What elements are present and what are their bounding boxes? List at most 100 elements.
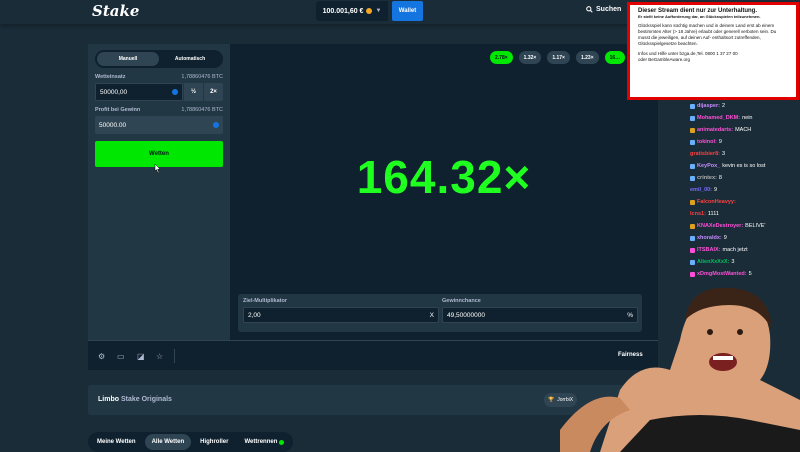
trophy-icon: 🏆 bbox=[548, 397, 555, 403]
balance-dropdown[interactable]: 100.001,60 € ▼ bbox=[316, 1, 388, 21]
chat-text: BELIVE' bbox=[745, 223, 766, 230]
chat-username[interactable]: tokinol: bbox=[697, 139, 717, 145]
chat-badge-icon bbox=[690, 139, 695, 145]
stake-logo[interactable]: Stake bbox=[92, 2, 139, 20]
tab-manual[interactable]: Manuell bbox=[97, 52, 159, 66]
chat-badge-icon bbox=[690, 235, 695, 241]
tab-high-rollers[interactable]: Highroller bbox=[193, 434, 235, 450]
chat-badge-icon bbox=[690, 247, 695, 253]
balance-amount: 100.001,60 € bbox=[322, 7, 364, 15]
chat-text: mach jetzt bbox=[722, 247, 748, 254]
chat-message: tokinol: 9 bbox=[690, 137, 798, 148]
chat-username[interactable]: xhoraldx: bbox=[697, 235, 722, 241]
game-provider[interactable]: Stake Originals bbox=[121, 396, 172, 403]
history-pill: 1.17× bbox=[547, 51, 570, 64]
chat-message: xhoraldx: 9 bbox=[690, 233, 798, 244]
chat-badge-icon bbox=[690, 115, 695, 121]
theatre-mode-icon[interactable]: ▭ bbox=[117, 352, 125, 361]
search-icon bbox=[586, 6, 593, 13]
bets-tabs: Meine Wetten Alle Wetten Highroller Wett… bbox=[88, 432, 294, 452]
bet-amount-field: 50000,00 ½ 2× bbox=[95, 83, 223, 101]
chat-text: 3 bbox=[731, 259, 735, 266]
chat-text: 9 bbox=[723, 235, 727, 242]
bet-btc-value: 1,78860476 BTC bbox=[181, 74, 223, 80]
chat-message: FalconHeavyy: bbox=[690, 197, 798, 208]
game-title: Limbo Stake Originals bbox=[98, 396, 172, 403]
chat-badge-icon bbox=[690, 163, 695, 169]
win-chance-value: 49,50000000 bbox=[447, 311, 485, 319]
search-label: Suchen bbox=[596, 6, 622, 13]
bet-controls-panel: Manuell Automatisch Wetteinsatz 1,788604… bbox=[88, 44, 230, 340]
chat-text: 9 bbox=[714, 187, 718, 194]
chat-username[interactable]: xDmgMostWanted: bbox=[697, 271, 747, 277]
bet-amount-value: 50000,00 bbox=[100, 88, 128, 96]
chat-badge-icon bbox=[690, 271, 695, 277]
chat-text: 8 bbox=[718, 175, 722, 182]
bet-amount-label: Wetteinsatz bbox=[95, 74, 126, 80]
live-dot-icon bbox=[279, 439, 285, 445]
target-multiplier-input[interactable]: 2,00 X bbox=[243, 307, 439, 323]
chat-username[interactable]: ITSBAIX: bbox=[697, 247, 721, 253]
chat-text: 9 bbox=[718, 139, 722, 146]
chat-message: ITSBAIX: mach jetzt bbox=[690, 245, 798, 256]
chat-username[interactable]: KeyPox_ bbox=[697, 163, 720, 169]
chat-message: gratisbier8: 3 bbox=[690, 149, 798, 160]
chat-username[interactable]: crintex: bbox=[697, 175, 717, 181]
chat-username[interactable]: animatedarts: bbox=[697, 127, 733, 133]
history-pill: 1.23× bbox=[575, 51, 599, 64]
tab-race[interactable]: Wettrennen bbox=[237, 434, 291, 450]
result-multiplier: 164.32× bbox=[356, 151, 532, 203]
bet-label-row: Wetteinsatz 1,78860476 BTC bbox=[95, 74, 223, 80]
chat-username[interactable]: dijasper: bbox=[697, 103, 720, 109]
tab-my-bets[interactable]: Meine Wetten bbox=[90, 434, 143, 450]
chat-username[interactable]: AlienXxXxX: bbox=[697, 259, 729, 265]
chat-username[interactable]: lcns1: bbox=[690, 211, 706, 217]
chat-message: crintex: 8 bbox=[690, 173, 798, 184]
stream-chat: dijasper: 2 Mohamed_DKM: nein animatedarts: M… bbox=[690, 101, 798, 281]
chat-text: nein bbox=[742, 115, 753, 122]
chat-message: lcns1: 1111 bbox=[690, 209, 798, 220]
chat-text: 3 bbox=[721, 151, 726, 158]
favourite-star-icon[interactable]: ☆ bbox=[156, 352, 163, 361]
tab-all-bets[interactable]: Alle Wetten bbox=[144, 434, 192, 450]
notice-body: Glücksspiel kann süchtig machen und in d… bbox=[638, 23, 777, 47]
chat-text: 1111 bbox=[707, 211, 719, 218]
settings-icon[interactable]: ⚙ bbox=[98, 352, 105, 361]
chevron-down-icon: ▼ bbox=[375, 8, 382, 14]
tab-race-label: Wettrennen bbox=[244, 439, 278, 445]
mouse-pointer-icon bbox=[154, 164, 161, 174]
notice-footer-line: oder BeGambleAware.org bbox=[638, 57, 690, 63]
target-multiplier-label: Ziel-Multiplikator bbox=[243, 298, 287, 304]
profit-label-row: Profit bei Gewinn 1,78860476 BTC bbox=[95, 107, 223, 113]
chat-message: KNAXeDestroyer: BELIVE' bbox=[690, 221, 798, 232]
chat-username[interactable]: KNAXeDestroyer: bbox=[697, 223, 743, 229]
divider bbox=[174, 349, 175, 363]
history-pill: 16… bbox=[604, 51, 626, 64]
chat-username[interactable]: emil_00: bbox=[690, 187, 712, 193]
chat-message: dijasper: 2 bbox=[690, 101, 798, 112]
profit-field[interactable]: 50000.00 bbox=[95, 116, 223, 134]
chat-text: 2 bbox=[721, 103, 725, 110]
chat-badge-icon bbox=[690, 103, 695, 109]
currency-icon bbox=[213, 122, 219, 128]
chat-username[interactable]: FalconHeavyy: bbox=[697, 199, 736, 205]
double-bet-button[interactable]: 2× bbox=[203, 83, 223, 101]
chat-username[interactable]: Mohamed_DKM: bbox=[697, 115, 740, 121]
currency-icon bbox=[172, 89, 178, 95]
wallet-button[interactable]: Wallet bbox=[392, 1, 423, 21]
chat-badge-icon bbox=[690, 175, 695, 181]
chat-username[interactable]: gratisbier8: bbox=[690, 151, 720, 157]
tab-auto[interactable]: Automatisch bbox=[159, 52, 221, 66]
chat-message: xDmgMostWanted: 5 bbox=[690, 269, 798, 280]
half-bet-button[interactable]: ½ bbox=[183, 83, 203, 101]
profit-value: 50000.00 bbox=[99, 121, 127, 129]
search-button[interactable]: Suchen bbox=[586, 6, 621, 13]
chat-badge-icon bbox=[690, 259, 695, 265]
stats-icon[interactable]: ◪ bbox=[137, 352, 145, 361]
notice-subtitle: Er stellt keine Aufforderung dar, an Glü… bbox=[638, 14, 761, 19]
chat-message: animatedarts: MACH bbox=[690, 125, 798, 136]
bet-amount-input[interactable]: 50000,00 bbox=[95, 83, 183, 101]
responsible-gambling-notice: Dieser Stream dient nur zur Unterhaltung… bbox=[627, 2, 799, 100]
streamer-webcam bbox=[560, 287, 800, 452]
chat-badge-icon bbox=[690, 127, 695, 133]
